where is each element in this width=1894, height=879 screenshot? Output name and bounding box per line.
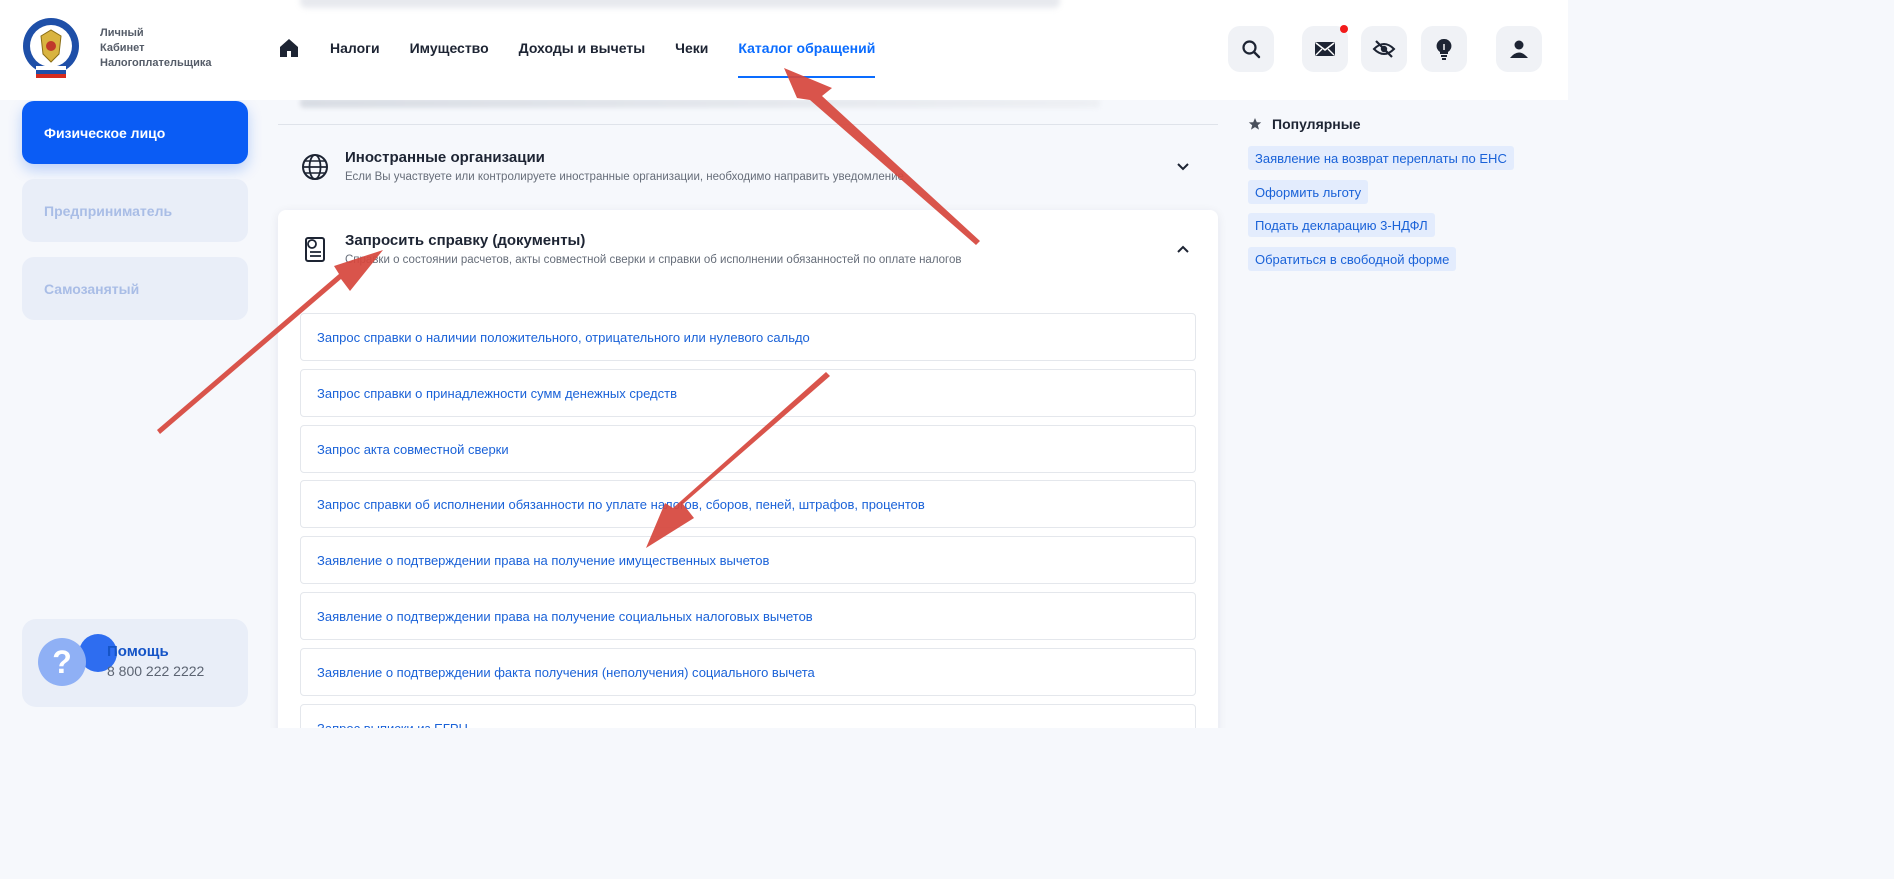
search-button[interactable] — [1228, 26, 1274, 72]
help-phone: 8 800 222 2222 — [107, 663, 205, 679]
document-icon — [305, 237, 325, 262]
logo-title: Личный Кабинет Налогоплательщика — [100, 27, 212, 69]
nav-request-catalog[interactable]: Каталог обращений — [738, 36, 876, 78]
eye-off-icon — [1372, 40, 1396, 58]
search-icon — [1242, 40, 1261, 59]
accordion-subtitle: Справки о состоянии расчетов, акты совме… — [345, 254, 962, 266]
header: Личный Кабинет Налогоплательщика Налоги … — [0, 0, 1568, 100]
home-icon[interactable] — [278, 37, 300, 59]
question-icon: ? — [38, 638, 86, 686]
chevron-down-icon[interactable] — [1176, 160, 1190, 174]
popular-link-ens-refund[interactable]: Заявление на возврат переплаты по ЕНС — [1248, 146, 1514, 170]
request-item-egrn-extract[interactable]: Запрос выписки из ЕГРН — [300, 704, 1196, 728]
popular-link-free-form[interactable]: Обратиться в свободной форме — [1248, 247, 1457, 271]
help-title[interactable]: Помощь — [107, 643, 169, 660]
sidebar-item-self-employed[interactable]: Самозанятый — [22, 257, 248, 320]
main-content: Иностранные организации Если Вы участвуе… — [278, 98, 1218, 728]
popular-link-benefit[interactable]: Оформить льготу — [1248, 180, 1369, 204]
sidebar-item-entrepreneur[interactable]: Предприниматель — [22, 179, 248, 242]
profile-button[interactable] — [1496, 26, 1542, 72]
visibility-toggle-button[interactable] — [1361, 26, 1407, 72]
request-item-social-deduction-fact[interactable]: Заявление о подтверждении факта получени… — [300, 648, 1196, 696]
accordion-subtitle: Если Вы участвуете или контролируете ино… — [345, 171, 904, 183]
sidebar-item-individual[interactable]: Физическое лицо — [22, 101, 248, 164]
nav-receipts[interactable]: Чеки — [675, 36, 708, 78]
accordion-request-certificate: Запросить справку (документы) Справки о … — [278, 210, 1218, 728]
accordion-title: Иностранные организации — [345, 149, 545, 166]
request-item-funds-ownership[interactable]: Запрос справки о принадлежности сумм ден… — [300, 369, 1196, 417]
accordion-foreign-organizations[interactable]: Иностранные организации Если Вы участвуе… — [278, 136, 1218, 200]
request-item-obligation-fulfillment[interactable]: Запрос справки об исполнении обязанности… — [300, 480, 1196, 528]
top-nav: Налоги Имущество Доходы и вычеты Чеки Ка… — [278, 36, 905, 80]
request-item-reconciliation-act[interactable]: Запрос акта совместной сверки — [300, 425, 1196, 473]
request-item-social-deductions[interactable]: Заявление о подтверждении права на получ… — [300, 592, 1196, 640]
popular-link-3ndfl[interactable]: Подать декларацию 3-НДФЛ — [1248, 213, 1435, 237]
help-widget[interactable]: ? Помощь 8 800 222 2222 — [22, 619, 248, 707]
nav-income-deductions[interactable]: Доходы и вычеты — [519, 36, 646, 78]
fns-logo-icon[interactable] — [22, 16, 80, 78]
chevron-up-icon[interactable] — [1176, 242, 1190, 256]
tips-button[interactable] — [1421, 26, 1467, 72]
page: Личный Кабинет Налогоплательщика Налоги … — [0, 0, 1568, 728]
mail-icon — [1315, 42, 1335, 56]
nav-taxes[interactable]: Налоги — [330, 36, 380, 78]
notification-dot — [1340, 25, 1348, 33]
accordion-title[interactable]: Запросить справку (документы) — [345, 232, 585, 249]
popular-section-title: Популярные — [1248, 116, 1360, 132]
request-item-saldo[interactable]: Запрос справки о наличии положительного,… — [300, 313, 1196, 361]
lightbulb-icon — [1436, 38, 1452, 60]
user-icon — [1510, 40, 1528, 58]
globe-icon — [302, 154, 328, 180]
popular-title-text: Популярные — [1272, 116, 1361, 132]
star-icon — [1248, 118, 1262, 130]
request-item-property-deductions[interactable]: Заявление о подтверждении права на получ… — [300, 536, 1196, 584]
nav-property[interactable]: Имущество — [410, 36, 489, 78]
messages-button[interactable] — [1302, 25, 1348, 72]
divider — [278, 124, 1218, 125]
